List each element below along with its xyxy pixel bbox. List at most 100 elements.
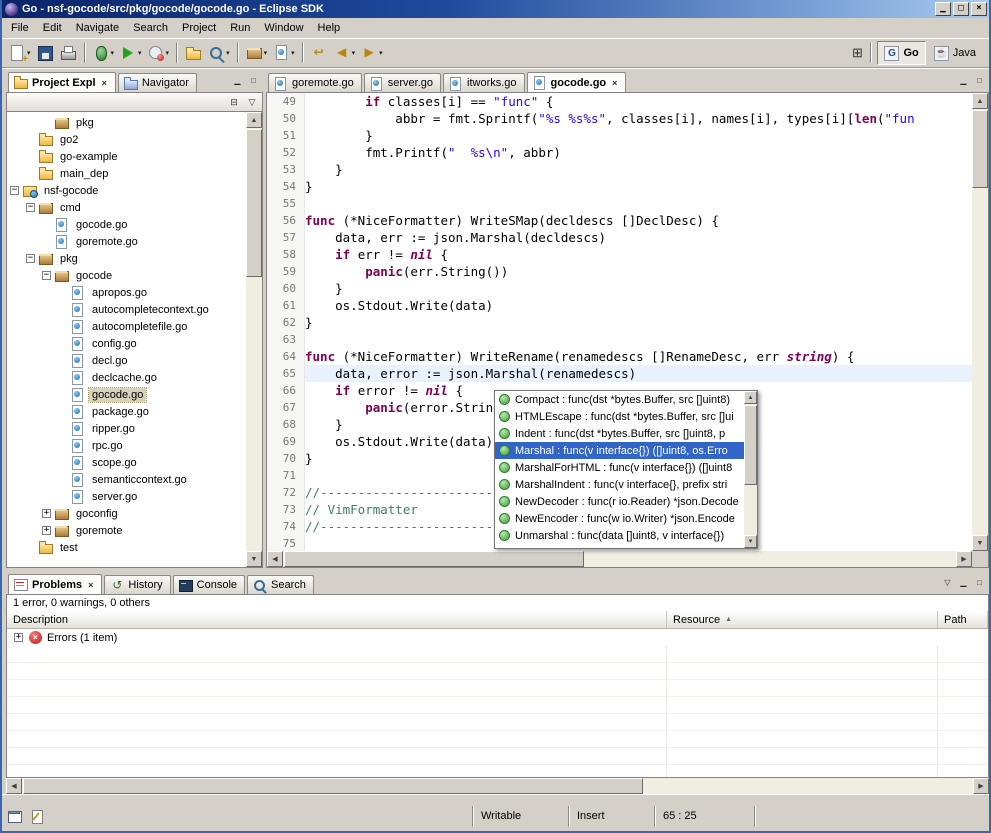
perspective-java-button[interactable]: ☕Java (927, 41, 983, 65)
tree-item-pkg[interactable]: −pkg (7, 250, 246, 267)
menu-file[interactable]: File (4, 19, 36, 37)
menu-help[interactable]: Help (311, 19, 348, 37)
tree-item-package-go[interactable]: package.go (7, 403, 246, 420)
tree-item-gocode[interactable]: −gocode (7, 267, 246, 284)
completion-item-newdecoder[interactable]: NewDecoder : func(r io.Reader) *json.Dec… (495, 493, 744, 510)
expand-icon[interactable]: + (42, 509, 51, 518)
tree-item-config-go[interactable]: config.go (7, 335, 246, 352)
collapse-icon[interactable]: − (26, 203, 35, 212)
tree-item-scope-go[interactable]: scope.go (7, 454, 246, 471)
maximize-view-icon[interactable]: □ (972, 577, 987, 590)
completion-item-marshalforhtml[interactable]: MarshalForHTML : func(v interface{}) ([]… (495, 459, 744, 476)
tree-item-ripper-go[interactable]: ripper.go (7, 420, 246, 437)
tree-item-autocompletecontext-go[interactable]: autocompletecontext.go (7, 301, 246, 318)
scroll-down-icon[interactable]: ▼ (744, 535, 757, 548)
dropdown-arrow-icon[interactable]: ▾ (379, 49, 383, 57)
problems-horizontal-scrollbar[interactable]: ◀ ▶ (6, 778, 989, 794)
scroll-right-icon[interactable]: ▶ (956, 551, 972, 567)
completion-item-marshalindent[interactable]: MarshalIndent : func(v interface{}, pref… (495, 476, 744, 493)
tree-item-go-example[interactable]: go-example (7, 148, 246, 165)
search-button[interactable]: ▾ (205, 41, 232, 65)
maximize-button[interactable]: □ (953, 2, 969, 16)
tree-item-cmd[interactable]: −cmd (7, 199, 246, 216)
editor-horizontal-scrollbar[interactable]: ◀ ▶ (267, 551, 972, 567)
collapse-icon[interactable]: − (42, 271, 51, 280)
scrollbar-thumb[interactable] (246, 129, 262, 277)
close-tab-icon[interactable]: × (87, 580, 94, 590)
scroll-up-icon[interactable]: ▲ (744, 391, 757, 404)
fast-view-icon[interactable] (7, 808, 24, 824)
dropdown-arrow-icon[interactable]: ▾ (291, 49, 295, 57)
editor-tab-goremote-go[interactable]: goremote.go (268, 73, 362, 92)
column-header-description[interactable]: Description (7, 611, 667, 628)
view-menu-icon[interactable]: ▽ (940, 577, 955, 590)
view-tab-search[interactable]: Search (247, 575, 314, 594)
code-line[interactable]: if err != nil { (305, 246, 972, 263)
tree-item-apropos-go[interactable]: apropos.go (7, 284, 246, 301)
code-line[interactable]: abbr = fmt.Sprintf("%s %s%s", classes[i]… (305, 110, 972, 127)
scrollbar-thumb[interactable] (23, 778, 643, 794)
scrollbar-thumb[interactable] (284, 551, 584, 567)
close-tab-icon[interactable]: × (611, 78, 618, 88)
code-line[interactable]: } (305, 127, 972, 144)
dropdown-arrow-icon[interactable]: ▾ (111, 49, 115, 57)
code-line[interactable]: panic(err.String()) (305, 263, 972, 280)
code-line[interactable]: } (305, 314, 972, 331)
completion-item-newencoder[interactable]: NewEncoder : func(w io.Writer) *json.Enc… (495, 510, 744, 527)
editor-vertical-scrollbar[interactable]: ▲ ▼ (972, 93, 988, 551)
code-line[interactable]: if classes[i] == "func" { (305, 93, 972, 110)
menu-navigate[interactable]: Navigate (69, 19, 126, 37)
explorer-scrollbar[interactable]: ▲ ▼ (246, 112, 262, 567)
menu-edit[interactable]: Edit (36, 19, 69, 37)
collapse-all-icon[interactable]: ⊟ (226, 95, 242, 109)
scroll-right-icon[interactable]: ▶ (973, 778, 989, 794)
view-tab-history[interactable]: ↺History (104, 575, 170, 594)
tree-item-rpc-go[interactable]: rpc.go (7, 437, 246, 454)
tree-item-server-go[interactable]: server.go (7, 488, 246, 505)
code-line[interactable]: os.Stdout.Write(data) (305, 297, 972, 314)
editor-tab-gocode-go[interactable]: gocode.go× (527, 72, 627, 92)
scroll-down-icon[interactable]: ▼ (972, 535, 988, 551)
close-tab-icon[interactable]: × (101, 78, 108, 88)
code-line[interactable]: data, error := json.Marshal(renamedescs) (305, 365, 972, 382)
titlebar[interactable]: Go - nsf-gocode/src/pkg/gocode/gocode.go… (2, 0, 989, 18)
expand-icon[interactable]: + (42, 526, 51, 535)
scroll-left-icon[interactable]: ◀ (267, 551, 283, 567)
dropdown-arrow-icon[interactable]: ▾ (264, 49, 268, 57)
code-line[interactable]: func (*NiceFormatter) WriteSMap(decldesc… (305, 212, 972, 229)
code-line[interactable] (305, 331, 972, 348)
dropdown-arrow-icon[interactable]: ▾ (226, 49, 230, 57)
column-header-resource[interactable]: Resource▲ (667, 611, 938, 628)
code-line[interactable]: } (305, 280, 972, 297)
tree-item-gocode-go[interactable]: gocode.go (7, 216, 246, 233)
scroll-down-icon[interactable]: ▼ (246, 551, 262, 567)
menu-project[interactable]: Project (175, 19, 223, 37)
perspective-go-button[interactable]: GGo (877, 41, 925, 65)
maximize-view-icon[interactable]: □ (246, 75, 261, 88)
code-line[interactable] (305, 195, 972, 212)
editor-tab-itworks-go[interactable]: itworks.go (443, 73, 525, 92)
tree-item-go2[interactable]: go2 (7, 131, 246, 148)
dropdown-arrow-icon[interactable]: ▾ (138, 49, 142, 57)
print-button[interactable] (57, 41, 79, 65)
view-tab-console[interactable]: Console (173, 575, 245, 594)
menu-window[interactable]: Window (257, 19, 310, 37)
collapse-icon[interactable]: − (10, 186, 19, 195)
menu-run[interactable]: Run (223, 19, 257, 37)
dropdown-arrow-icon[interactable]: ▾ (166, 49, 170, 57)
view-tab-project-expl[interactable]: Project Expl× (8, 72, 116, 92)
dropdown-arrow-icon[interactable]: ▾ (352, 49, 356, 57)
completion-item-indent[interactable]: Indent : func(dst *bytes.Buffer, src []u… (495, 425, 744, 442)
tree-item-main-dep[interactable]: main_dep (7, 165, 246, 182)
minimize-view-icon[interactable]: ▁ (230, 75, 245, 88)
completion-item-compact[interactable]: Compact : func(dst *bytes.Buffer, src []… (495, 391, 744, 408)
expand-icon[interactable]: + (14, 633, 23, 642)
new-go-package-button[interactable]: ▾ (243, 41, 270, 65)
external-tools-button[interactable]: ▾ (145, 41, 172, 65)
completion-item-htmlescape[interactable]: HTMLEscape : func(dst *bytes.Buffer, src… (495, 408, 744, 425)
forward-button[interactable]: ▶▾ (358, 41, 385, 65)
column-header-path[interactable]: Path (938, 611, 988, 628)
open-perspective-button[interactable]: ⊞ (848, 44, 866, 62)
scroll-left-icon[interactable]: ◀ (6, 778, 22, 794)
view-tab-navigator[interactable]: Navigator (118, 73, 197, 92)
